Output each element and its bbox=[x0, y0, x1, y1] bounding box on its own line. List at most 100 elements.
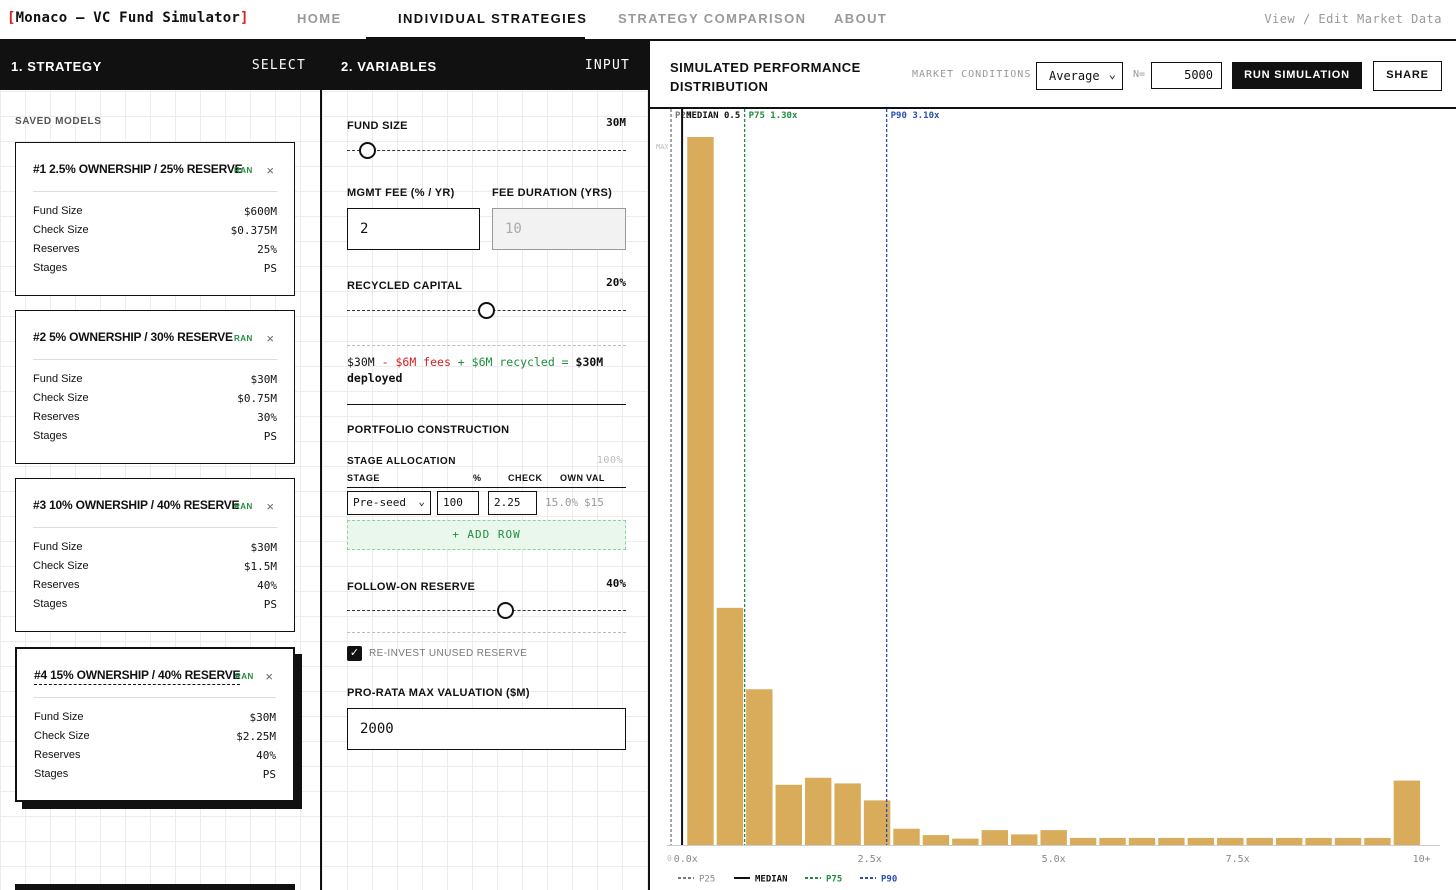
x-tick-label: 2.5x bbox=[858, 854, 882, 865]
histogram-bar[interactable] bbox=[746, 689, 773, 845]
tab-about[interactable]: ABOUT bbox=[834, 11, 887, 26]
histogram-bar[interactable] bbox=[1246, 837, 1273, 845]
card-divider bbox=[33, 527, 277, 528]
histogram-bar[interactable] bbox=[1364, 837, 1391, 845]
strategy-panel-title: 1. STRATEGY bbox=[11, 59, 102, 74]
histogram-bar[interactable] bbox=[863, 800, 891, 845]
histogram-bar[interactable] bbox=[1011, 834, 1038, 845]
stat-label: Reserves bbox=[34, 749, 81, 761]
follow-on-reserve-slider-handle[interactable] bbox=[497, 602, 515, 619]
tab-individual-strategies[interactable]: INDIVIDUAL STRATEGIES bbox=[398, 11, 587, 26]
stage-ownership: 15.0% bbox=[545, 496, 579, 509]
stat-value: $0.75M bbox=[237, 392, 277, 405]
market-conditions-select[interactable]: Average ⌄ bbox=[1036, 62, 1123, 90]
histogram-bar[interactable] bbox=[893, 828, 920, 845]
close-icon[interactable]: × bbox=[266, 163, 274, 178]
variables-panel-header: 2. VARIABLES INPUT bbox=[322, 41, 650, 90]
stat-label: Reserves bbox=[33, 243, 80, 255]
close-icon[interactable]: × bbox=[266, 499, 274, 514]
legend-label: MEDIAN bbox=[755, 875, 788, 885]
legend-label: P25 bbox=[699, 875, 715, 885]
results-title: SIMULATED PERFORMANCE DISTRIBUTION bbox=[670, 60, 861, 94]
histogram-bar[interactable] bbox=[1305, 837, 1332, 845]
saved-model-card[interactable]: #1 2.5% OWNERSHIP / 25% RESERVE RAN × Fund … bbox=[15, 142, 295, 296]
table-header-divider bbox=[347, 487, 626, 488]
mgmt-fee-label: MGMT FEE (% / YR) bbox=[347, 187, 455, 199]
recycled-capital-slider-handle[interactable] bbox=[477, 302, 495, 319]
card-divider bbox=[33, 359, 277, 360]
histogram-bar[interactable] bbox=[1158, 837, 1185, 845]
divider bbox=[347, 632, 626, 633]
add-row-button[interactable]: + ADD ROW bbox=[347, 520, 626, 550]
stage-pct-input[interactable]: 100 bbox=[437, 491, 479, 515]
histogram-bar[interactable] bbox=[834, 783, 861, 845]
share-button[interactable]: SHARE bbox=[1373, 61, 1442, 91]
legend-item-median: MEDIAN bbox=[734, 875, 788, 885]
histogram-bar[interactable] bbox=[952, 838, 979, 845]
col-check: CHECK bbox=[508, 473, 543, 483]
stat-label: Stages bbox=[33, 598, 68, 610]
legend-item-p75: P75 bbox=[805, 875, 842, 885]
recycled-row: RECYCLED CAPITAL 20% bbox=[347, 276, 626, 292]
histogram-bar[interactable] bbox=[922, 835, 950, 845]
ran-badge: RAN bbox=[234, 502, 253, 511]
histogram-bar[interactable] bbox=[1099, 837, 1126, 845]
histogram-bar[interactable] bbox=[1393, 780, 1421, 845]
app-brand[interactable]: [Monaco — VC Fund Simulator] bbox=[7, 10, 249, 26]
mgmt-fee-input[interactable]: 2 bbox=[347, 208, 480, 250]
stage-select[interactable]: Pre-seed ⌄ bbox=[347, 491, 431, 515]
close-icon[interactable]: × bbox=[266, 331, 274, 346]
histogram-bar[interactable] bbox=[1217, 837, 1244, 845]
n-simulations-input[interactable]: 5000 bbox=[1151, 62, 1222, 89]
stat-value: $30M bbox=[249, 711, 277, 724]
stat-value: $1.5M bbox=[243, 560, 277, 573]
divider bbox=[347, 345, 626, 346]
stage-check-input[interactable]: 2.25 bbox=[488, 491, 537, 515]
recycled-capital-slider[interactable] bbox=[347, 302, 626, 319]
histogram-bar[interactable] bbox=[804, 777, 832, 845]
pro-rata-input[interactable]: 2000 bbox=[347, 708, 626, 750]
histogram-bar[interactable] bbox=[1334, 837, 1362, 845]
fee-duration-label: FEE DURATION (YRS) bbox=[492, 187, 613, 199]
histogram-bar[interactable] bbox=[1275, 837, 1303, 845]
results-header: SIMULATED PERFORMANCE DISTRIBUTION MARKET… bbox=[650, 41, 1456, 109]
stat-label: Stages bbox=[34, 768, 69, 780]
histogram-bar[interactable] bbox=[775, 784, 802, 845]
stat-label: Fund Size bbox=[33, 373, 83, 385]
close-icon[interactable]: × bbox=[265, 669, 273, 684]
histogram-bar[interactable] bbox=[1069, 837, 1097, 845]
stat-value: PS bbox=[263, 430, 277, 443]
stat-value: 40% bbox=[257, 579, 277, 592]
strategy-select-button[interactable]: SELECT bbox=[252, 58, 306, 73]
stat-label: Reserves bbox=[33, 411, 80, 423]
variables-input-button[interactable]: INPUT bbox=[585, 58, 630, 73]
model-title: #4 15% OWNERSHIP / 40% RESERVE bbox=[34, 668, 241, 685]
histogram-bar[interactable] bbox=[1040, 830, 1067, 845]
saved-model-card[interactable]: #4 15% OWNERSHIP / 40% RESERVE RAN × Fund S… bbox=[15, 647, 295, 802]
follow-on-reserve-value: 40% bbox=[606, 577, 626, 590]
stage-allocation-total: 100% bbox=[596, 455, 623, 466]
y-zero-label: 0 bbox=[667, 854, 672, 863]
portfolio-construction-heading: PORTFOLIO CONSTRUCTION bbox=[347, 424, 510, 436]
col-own: OWN bbox=[560, 473, 584, 483]
histogram-bar[interactable] bbox=[1187, 837, 1215, 845]
reinvest-checkbox[interactable]: ✓ bbox=[347, 646, 362, 661]
run-simulation-button[interactable]: RUN SIMULATION bbox=[1232, 62, 1362, 89]
saved-model-card[interactable]: #2 5% OWNERSHIP / 30% RESERVE RAN × Fund Si… bbox=[15, 310, 295, 464]
variables-panel-title: 2. VARIABLES bbox=[341, 59, 437, 74]
stat-label: Check Size bbox=[33, 392, 89, 404]
model-title: #1 2.5% OWNERSHIP / 25% RESERVE bbox=[33, 162, 243, 176]
histogram-bar[interactable] bbox=[1128, 837, 1156, 845]
saved-model-card[interactable]: #3 10% OWNERSHIP / 40% RESERVE RAN × Fund S… bbox=[15, 478, 295, 632]
histogram-bar[interactable] bbox=[981, 830, 1009, 845]
histogram-bar[interactable] bbox=[687, 137, 714, 845]
tab-home[interactable]: HOME bbox=[297, 11, 342, 26]
fund-size-slider[interactable] bbox=[347, 142, 626, 159]
fund-size-slider-handle[interactable] bbox=[358, 142, 376, 159]
tab-strategy-comparison[interactable]: STRATEGY COMPARISON bbox=[618, 11, 806, 26]
reinvest-label: RE-INVEST UNUSED RESERVE bbox=[369, 648, 528, 659]
follow-on-reserve-slider[interactable] bbox=[347, 602, 626, 619]
fee-duration-input[interactable]: 10 bbox=[492, 208, 626, 250]
market-data-link[interactable]: View / Edit Market Data bbox=[1264, 12, 1442, 26]
histogram-bar[interactable] bbox=[716, 607, 744, 845]
